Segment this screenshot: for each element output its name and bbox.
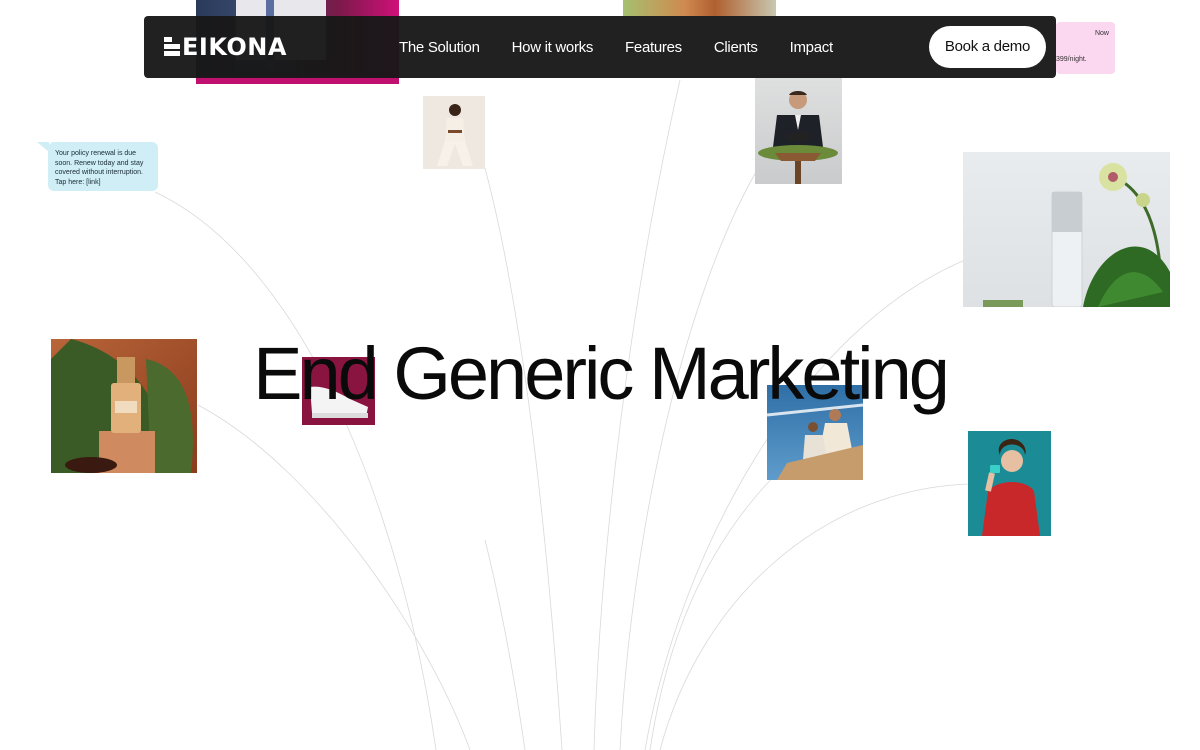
sms-text: Your policy renewal is due soon. Renew t… [55,150,144,186]
orchid-bottle-illustration [983,163,1170,307]
brand-name: EIKONA [182,33,287,61]
hero-title: End Generic Marketing [253,332,950,415]
top-center-photo [623,0,776,16]
notification-snippet: 399/night. [1056,56,1087,63]
nav-link-how-it-works[interactable]: How it works [512,39,594,56]
nav-links: The Solution How it works Features Clien… [399,16,833,78]
sms-bubble: Your policy renewal is due soon. Renew t… [48,142,158,191]
nav-link-solution[interactable]: The Solution [399,39,480,56]
nav-link-impact[interactable]: Impact [790,39,834,56]
woman-card-photo [968,431,1051,536]
woman-figure-illustration [437,104,473,166]
businessman-illustration [758,90,838,184]
nav-link-features[interactable]: Features [625,39,682,56]
nav-link-clients[interactable]: Clients [714,39,758,56]
top-navbar: EIKONA The Solution How it works Feature… [144,16,1056,78]
book-demo-button[interactable]: Book a demo [928,26,1046,68]
logo-mark-icon [164,37,180,57]
woman-red-shirt-illustration [982,439,1040,536]
orchid-product-photo [963,152,1170,307]
brand-logo[interactable]: EIKONA [164,33,287,61]
notification-time: Now [1094,30,1109,37]
notification-card: Now 399/night. [1056,22,1115,74]
businessman-photo [755,75,842,184]
woman-beige-photo [423,96,485,169]
